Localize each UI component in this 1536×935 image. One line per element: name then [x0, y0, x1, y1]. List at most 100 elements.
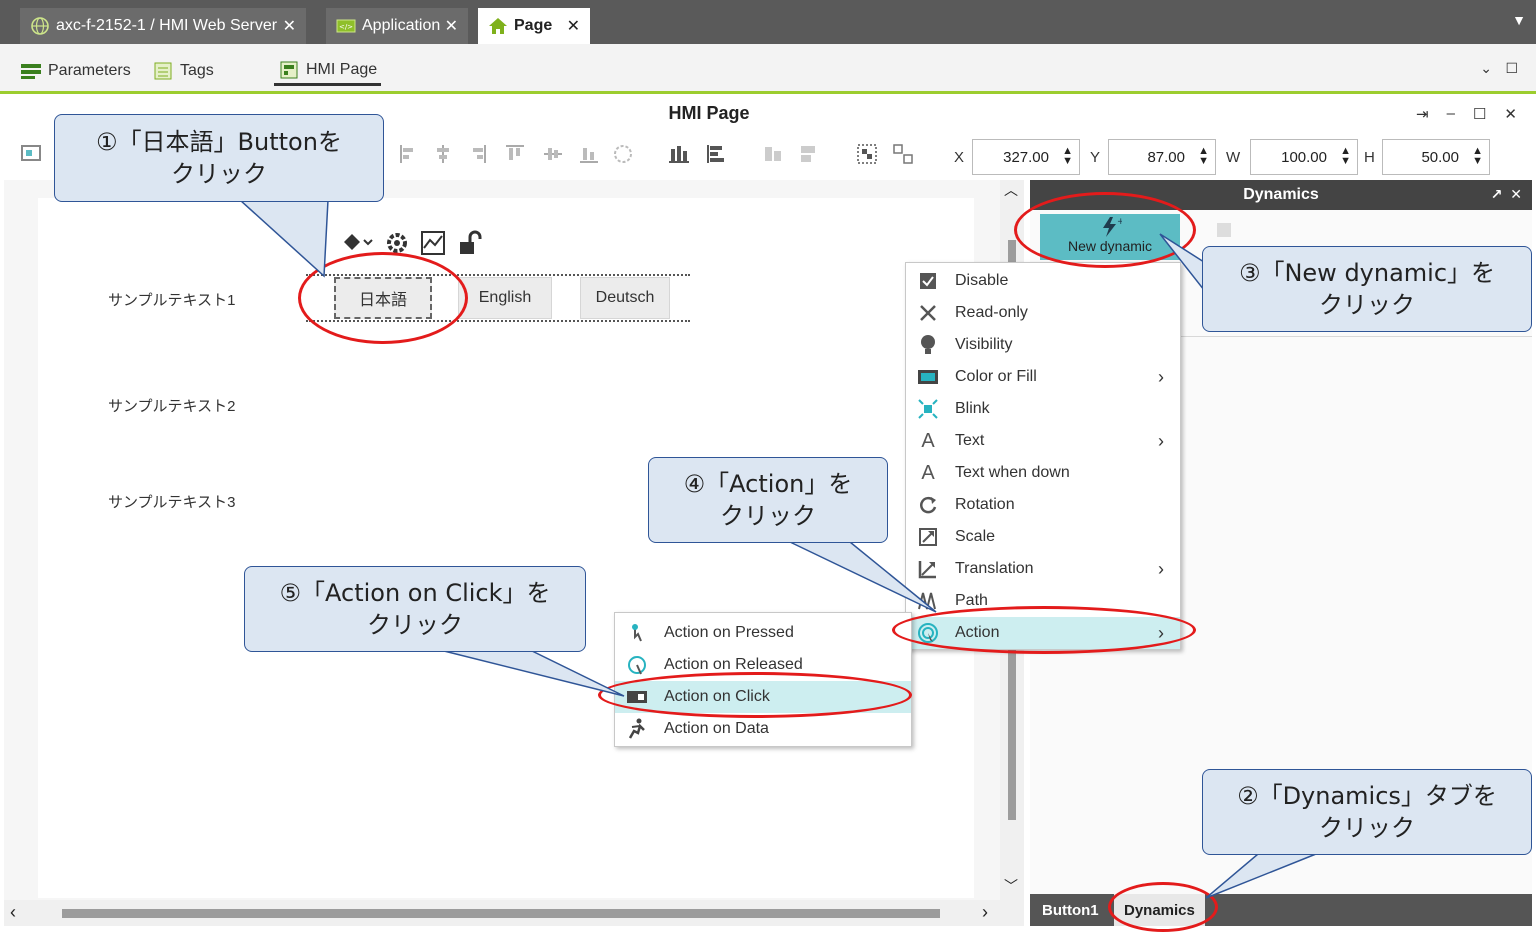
subtab-label: HMI Page — [306, 60, 378, 78]
sample-text-3: サンプルテキスト3 — [108, 494, 236, 511]
application-icon: </> — [336, 16, 356, 36]
h-label: H — [1364, 149, 1375, 166]
tab-button1[interactable]: Button1 — [1032, 894, 1109, 926]
highlight-ring-action-on-click — [598, 672, 912, 718]
h-value: 50.00 — [1421, 148, 1459, 166]
menu-item-blink[interactable]: Blink — [906, 393, 1180, 425]
callout-step-4: ④「Action」を クリック — [648, 457, 888, 543]
scroll-left-icon[interactable]: ‹ — [10, 902, 16, 923]
editor-subtabs: Parameters Tags HMI Page ⌄ ☐ — [0, 44, 1536, 94]
y-label: Y — [1090, 149, 1101, 166]
group-icon[interactable] — [856, 143, 878, 165]
chevron-down-icon[interactable]: ⌄ — [1480, 60, 1492, 77]
pencil-off-icon — [916, 301, 940, 325]
scroll-right-icon[interactable]: › — [982, 902, 988, 923]
rotate-icon[interactable] — [612, 143, 634, 165]
subtab-hmi-page[interactable]: HMI Page — [274, 56, 382, 86]
menu-item-color-or-fill[interactable]: Color or Fill › — [906, 361, 1180, 393]
x-label: X — [954, 149, 965, 166]
menu-item-disable[interactable]: Disable — [906, 265, 1180, 297]
tab-label: Application — [362, 17, 441, 34]
scroll-up-icon[interactable]: ︿ — [1004, 180, 1018, 200]
y-field[interactable]: 87.00 ▲ ▼ — [1108, 139, 1216, 175]
align-right-icon[interactable] — [466, 143, 488, 165]
sample-text-1: サンプルテキスト1 — [108, 292, 236, 309]
distribute-horizontal-icon[interactable] — [668, 143, 690, 165]
tab-label: Page — [514, 17, 553, 34]
chevron-right-icon: › — [1158, 558, 1164, 579]
menu-item-visibility[interactable]: Visibility — [906, 329, 1180, 361]
x-field[interactable]: 327.00 ▲ ▼ — [972, 139, 1080, 175]
close-icon[interactable]: ✕ — [567, 16, 580, 36]
callout-step-2: ②「Dynamics」タブを クリック — [1202, 769, 1532, 855]
w-field[interactable]: 100.00 ▲ ▼ — [1250, 139, 1358, 175]
bulb-icon — [916, 333, 940, 357]
ungroup-icon[interactable] — [892, 143, 914, 165]
close-icon[interactable]: ✕ — [445, 16, 458, 36]
spinner-icon[interactable]: ▲ ▼ — [1062, 146, 1073, 167]
menu-item-text[interactable]: A Text › — [906, 425, 1180, 457]
spinner-icon[interactable]: ▲ ▼ — [1340, 146, 1351, 167]
callout-step-3: ③「New dynamic」を クリック — [1202, 246, 1532, 332]
tab-application[interactable]: </> Application ✕ — [326, 8, 468, 44]
text-icon: A — [921, 429, 935, 452]
pressed-icon — [625, 621, 649, 645]
released-icon — [625, 653, 649, 677]
menu-item-read-only[interactable]: Read-only — [906, 297, 1180, 329]
align-middle-icon[interactable] — [542, 143, 564, 165]
top-tab-bar: axc-f-2152-1 / HMI Web Server ✕ </> Appl… — [0, 0, 1536, 44]
align-left-icon[interactable] — [398, 143, 420, 165]
tab-page[interactable]: Page ✕ — [478, 8, 590, 44]
callout-step-5: ⑤「Action on Click」を クリック — [244, 566, 586, 652]
horizontal-scrollbar[interactable]: ‹ › — [4, 900, 1024, 926]
w-value: 100.00 — [1281, 148, 1327, 166]
submenu-item-action-on-pressed[interactable]: Action on Pressed — [615, 617, 911, 649]
select-tool-icon[interactable] — [20, 143, 42, 165]
menu-item-rotation[interactable]: Rotation — [906, 489, 1180, 521]
chevron-down-icon[interactable]: ▼ — [1512, 12, 1526, 28]
tab-web-server[interactable]: axc-f-2152-1 / HMI Web Server ✕ — [20, 8, 306, 44]
scrollbar-thumb[interactable] — [62, 909, 940, 918]
unlock-icon[interactable] — [456, 230, 482, 256]
delete-dynamic-icon[interactable] — [1214, 220, 1234, 240]
spinner-icon[interactable]: ▲ ▼ — [1472, 146, 1483, 167]
pin-icon[interactable]: ⇥ — [1416, 105, 1429, 123]
menu-item-translation[interactable]: Translation › — [906, 553, 1180, 585]
y-value: 87.00 — [1147, 148, 1185, 166]
text-down-icon: A — [921, 461, 935, 484]
maximize-icon[interactable]: ☐ — [1505, 60, 1518, 77]
new-dynamic-menu: Disable Read-only Visibility Color or Fi… — [905, 262, 1181, 650]
close-icon[interactable]: ✕ — [1504, 105, 1517, 123]
dynamics-bottom-tabs: Button1 Dynamics — [1030, 894, 1532, 926]
align-center-icon[interactable] — [432, 143, 454, 165]
scale-icon — [916, 525, 940, 549]
data-icon — [625, 717, 649, 741]
tags-icon — [154, 62, 172, 80]
svg-text:</>: </> — [339, 23, 353, 31]
menu-item-scale[interactable]: Scale — [906, 521, 1180, 553]
close-icon[interactable]: ✕ — [283, 16, 296, 36]
same-height-icon[interactable] — [798, 143, 820, 165]
callout-step-1: ①「日本語」Buttonを クリック — [54, 114, 384, 202]
spinner-icon[interactable]: ▲ ▼ — [1198, 146, 1209, 167]
panel-controls[interactable]: ↗ ✕ — [1491, 186, 1522, 203]
h-field[interactable]: 50.00 ▲ ▼ — [1382, 139, 1490, 175]
chevron-right-icon: › — [1158, 366, 1164, 387]
deutsch-button[interactable]: Deutsch — [580, 277, 670, 319]
highlight-ring-dynamics-tab — [1108, 882, 1218, 932]
maximize-icon[interactable]: ☐ — [1473, 105, 1486, 123]
distribute-vertical-icon[interactable] — [704, 143, 726, 165]
same-width-icon[interactable] — [762, 143, 784, 165]
subtab-parameters[interactable]: Parameters — [16, 56, 135, 86]
subtab-tags[interactable]: Tags — [148, 56, 218, 86]
chart-icon[interactable] — [420, 230, 446, 256]
chevron-right-icon: › — [1158, 430, 1164, 451]
rotation-icon — [916, 493, 940, 517]
menu-item-text-when-down[interactable]: A Text when down — [906, 457, 1180, 489]
path-icon — [916, 589, 940, 613]
align-bottom-icon[interactable] — [578, 143, 600, 165]
minimize-icon[interactable]: – — [1447, 105, 1455, 123]
english-button[interactable]: English — [458, 277, 552, 319]
align-top-icon[interactable] — [504, 143, 526, 165]
scroll-down-icon[interactable]: ﹀ — [1004, 876, 1018, 896]
